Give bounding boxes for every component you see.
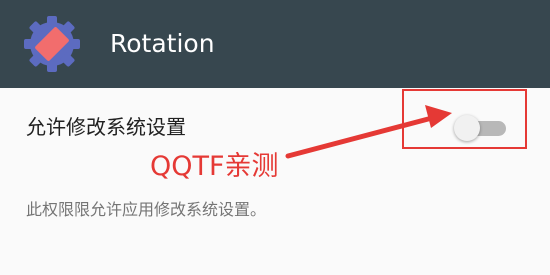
app-title: Rotation — [110, 29, 215, 58]
setting-title: 允许修改系统设置 — [26, 115, 186, 139]
toggle-thumb — [454, 115, 480, 141]
setting-row-modify-system-settings[interactable]: 允许修改系统设置 此权限限允许应用修改系统设置。 QQTF亲测 — [0, 88, 550, 268]
rotation-app-icon — [24, 16, 80, 72]
setting-summary: 此权限限允许应用修改系统设置。 — [26, 200, 267, 219]
modify-system-settings-toggle[interactable] — [454, 114, 510, 142]
annotation-text: QQTF亲测 — [150, 151, 279, 182]
app-bar: Rotation — [0, 0, 550, 88]
